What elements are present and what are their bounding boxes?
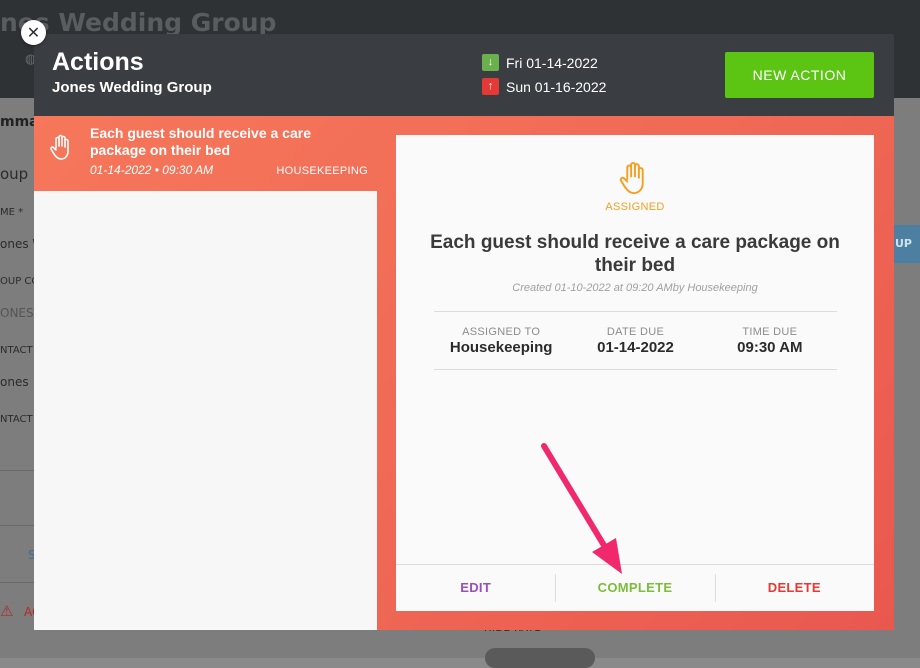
arrow-up-icon: ↑ — [482, 78, 499, 95]
modal-header: Actions Jones Wedding Group ↓ Fri 01-14-… — [34, 34, 894, 116]
departure-date-text: Sun 01-16-2022 — [506, 78, 607, 95]
new-action-button[interactable]: NEW ACTION — [725, 52, 874, 98]
created-info: Created 01-10-2022 at 09:20 AMby Houseke… — [512, 282, 758, 294]
date-due-value: 01-14-2022 — [597, 339, 674, 356]
background-divider — [0, 470, 34, 471]
hand-icon — [619, 161, 644, 195]
hide-rate-toggle — [485, 648, 595, 668]
arrow-down-icon: ↓ — [482, 54, 499, 71]
modal-subtitle: Jones Wedding Group — [52, 79, 212, 96]
close-icon[interactable]: ✕ — [21, 20, 46, 45]
status-badge: ASSIGNED — [605, 201, 665, 213]
action-title: Each guest should receive a care package… — [430, 232, 840, 276]
time-due-value: 09:30 AM — [737, 339, 803, 356]
background-label: mma — [0, 114, 39, 130]
annotation-arrow — [541, 443, 622, 574]
assigned-to-value: Housekeeping — [449, 339, 553, 356]
background-divider — [0, 525, 34, 526]
action-meta: ASSIGNED TO Housekeeping DATE DUE 01-14-… — [434, 311, 837, 370]
warning-icon: ⚠ — [0, 602, 14, 620]
time-due-label: TIME DUE — [742, 326, 798, 338]
hand-icon — [50, 134, 69, 160]
background-label: oup I — [0, 165, 38, 183]
date-due-label: DATE DUE — [606, 326, 665, 338]
background-label: NTACT I — [0, 345, 39, 356]
arrival-date: ↓ Fri 01-14-2022 — [482, 54, 598, 71]
arrival-date-text: Fri 01-14-2022 — [506, 54, 598, 71]
background-divider — [0, 582, 34, 583]
assigned-to: ASSIGNED TO Housekeeping — [434, 312, 568, 369]
background-label: NTACT I — [0, 414, 39, 425]
assigned-to-label: ASSIGNED TO — [462, 326, 541, 338]
list-item[interactable]: Each guest should receive a care package… — [34, 116, 377, 191]
date-due: DATE DUE 01-14-2022 — [568, 312, 702, 369]
action-list-panel — [34, 191, 377, 630]
time-due: TIME DUE 09:30 AM — [703, 312, 837, 369]
modal-title: Actions — [52, 48, 144, 76]
list-item-title: Each guest should receive a care package… — [90, 125, 311, 158]
background-label: ones — [0, 375, 29, 389]
list-item-department: HOUSEKEEPING — [276, 165, 368, 177]
departure-date: ↑ Sun 01-16-2022 — [482, 78, 606, 95]
delete-button[interactable]: DELETE — [714, 565, 874, 611]
list-item-datetime: 01-14-2022 • 09:30 AM — [90, 163, 214, 177]
background-label: ME * — [0, 207, 24, 218]
modal-body: Each guest should receive a care package… — [34, 116, 894, 630]
